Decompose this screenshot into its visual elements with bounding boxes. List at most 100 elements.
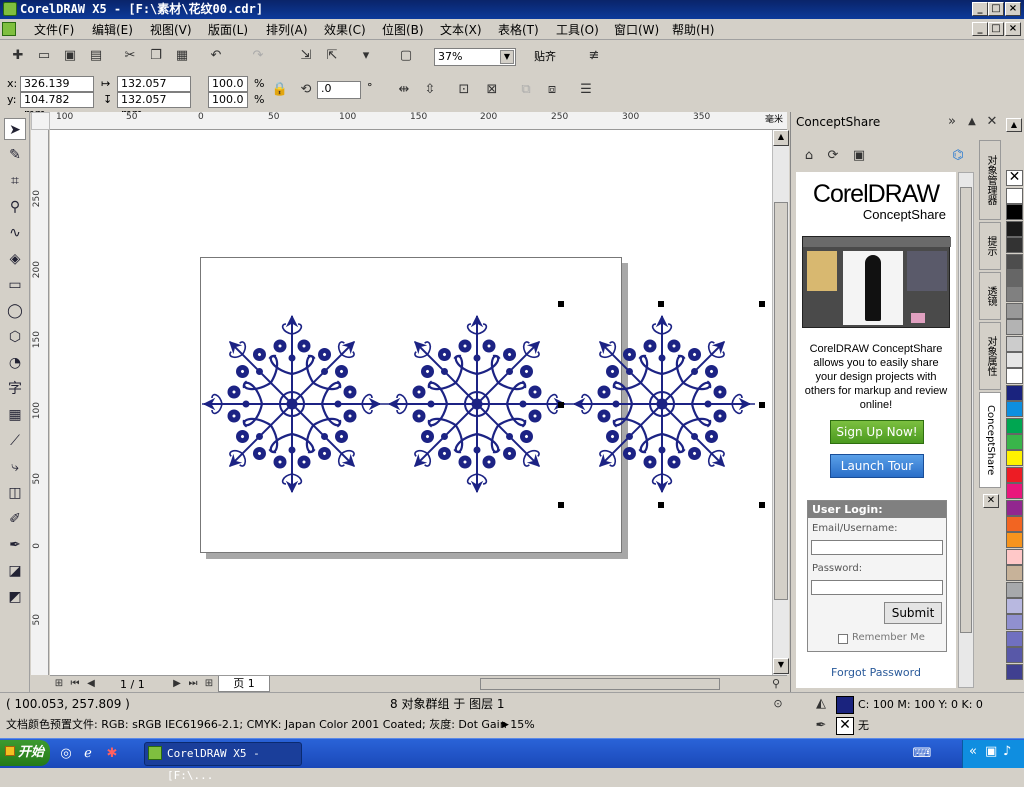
selection-handle[interactable] [558, 301, 564, 307]
doc-minimize-button[interactable]: _ [972, 22, 988, 36]
color-swatch[interactable] [1006, 286, 1023, 303]
chevron-down-icon[interactable]: ▼ [500, 50, 514, 64]
paste-icon[interactable]: ▦ [172, 46, 192, 66]
sign-up-button[interactable]: Sign Up Now! [830, 420, 924, 444]
x-position-field[interactable]: 326.139 mm [20, 76, 94, 104]
page-tab[interactable]: 页 1 [218, 676, 270, 692]
menu-item[interactable]: 帮助(H) [668, 22, 718, 38]
h-scroll-thumb[interactable] [480, 678, 720, 690]
refresh-icon[interactable]: ⟳ [824, 146, 842, 166]
add-page-after-icon[interactable]: ⊞ [202, 674, 216, 694]
color-swatch[interactable] [1006, 401, 1023, 418]
launcher-icon[interactable]: ▾ [356, 46, 376, 66]
lock-ratio-icon[interactable]: 🔒 [270, 80, 290, 100]
next-page-icon[interactable]: ▶ [170, 674, 184, 694]
color-swatch[interactable] [1006, 335, 1023, 352]
color-swatch[interactable] [1006, 417, 1023, 434]
copy-icon[interactable]: ❐ [146, 46, 166, 66]
color-swatch[interactable] [1006, 516, 1023, 532]
menu-item[interactable]: 视图(V) [146, 22, 196, 38]
width-field[interactable]: 132.057 mm [117, 76, 191, 104]
app-quicklaunch-icon[interactable]: ✱ [102, 744, 122, 764]
color-swatch[interactable] [1006, 270, 1023, 286]
drawing-canvas[interactable] [50, 130, 772, 675]
palette-scroll-up-icon[interactable]: ▲ [1006, 118, 1022, 132]
doc-icon[interactable] [2, 22, 16, 36]
cut-icon[interactable]: ✂ [120, 46, 140, 66]
scale-x-field[interactable]: 100.0 [208, 76, 248, 92]
snap-icon[interactable]: ≢ [584, 46, 604, 66]
pick-tool-icon[interactable]: ➤ [4, 118, 26, 140]
color-swatch[interactable] [1006, 532, 1023, 549]
keyboard-tray-icon[interactable]: ⌨ [912, 744, 932, 764]
save-icon[interactable]: ▣ [60, 46, 80, 66]
vertical-ruler[interactable]: 250 200 150 100 50 0 50 [31, 130, 49, 675]
snap-menu[interactable]: 贴齐 [534, 50, 556, 64]
prev-page-icon[interactable]: ◀ [84, 674, 98, 694]
color-swatch[interactable] [1006, 188, 1023, 204]
forgot-password-link[interactable]: Forgot Password [796, 666, 956, 679]
welcome-icon[interactable]: ▢ [396, 46, 416, 66]
crop-tool-icon[interactable]: ⌗ [4, 170, 26, 192]
align-icon[interactable]: ☰ [576, 80, 596, 100]
tray-network-icon[interactable]: ▣ [985, 744, 997, 759]
menu-item[interactable]: 工具(O) [552, 22, 603, 38]
minimize-button[interactable]: _ [972, 2, 988, 16]
rectangle-tool-icon[interactable]: ▭ [4, 274, 26, 296]
color-swatch[interactable] [1006, 237, 1023, 254]
group-icon[interactable]: ⊡ [454, 80, 474, 100]
height-field[interactable]: 132.057 mm [117, 92, 191, 120]
scale-y-field[interactable]: 100.0 [208, 92, 248, 108]
color-swatch[interactable] [1006, 368, 1023, 385]
first-page-icon[interactable]: ⏮ [68, 674, 82, 694]
screenshot-icon[interactable]: ▣ [850, 146, 868, 166]
color-swatch[interactable] [1006, 614, 1023, 631]
maximize-button[interactable]: □ [988, 2, 1004, 16]
snap-status-icon[interactable]: ⊙ [770, 694, 786, 714]
color-swatch[interactable] [1006, 204, 1023, 221]
color-swatch[interactable] [1006, 319, 1023, 336]
tab-lens[interactable]: 透镜 [979, 272, 1001, 320]
new-icon[interactable]: ✚ [8, 46, 28, 66]
connector-tool-icon[interactable]: ⤷ [4, 456, 26, 478]
import-icon[interactable]: ⇲ [296, 46, 316, 66]
menu-item[interactable]: 编辑(E) [88, 22, 137, 38]
docker-expand-icon[interactable]: » [944, 112, 960, 132]
ornament-group[interactable] [50, 130, 772, 675]
color-swatch[interactable] [1006, 499, 1023, 516]
ellipse-tool-icon[interactable]: ◯ [4, 300, 26, 322]
tray-volume-icon[interactable]: ♪ [1003, 744, 1011, 759]
export-icon[interactable]: ⇱ [322, 46, 342, 66]
zoom-select[interactable]: 37% ▼ [434, 48, 516, 66]
close-button[interactable]: × [1005, 2, 1021, 16]
outline-tool-icon[interactable]: ✒ [4, 534, 26, 556]
browser-quicklaunch-icon[interactable]: ◎ [56, 744, 76, 764]
menu-item[interactable]: 版面(L) [204, 22, 252, 38]
basic-shapes-icon[interactable]: ◔ [4, 352, 26, 374]
mirror-v-icon[interactable]: ⇳ [420, 80, 440, 100]
zoom-navigator-icon[interactable]: ⚲ [768, 674, 784, 694]
undo-icon[interactable]: ↶ [206, 46, 226, 66]
color-swatch[interactable] [1006, 598, 1023, 614]
color-swatch[interactable] [1006, 565, 1023, 582]
color-swatch[interactable] [1006, 630, 1023, 647]
fill-tool-icon[interactable]: ◪ [4, 560, 26, 582]
selection-handle[interactable] [658, 301, 664, 307]
tab-conceptshare[interactable]: ConceptShare [979, 392, 1001, 488]
color-swatch[interactable] [1006, 220, 1023, 237]
selection-handle[interactable] [759, 301, 765, 307]
menu-item[interactable]: 排列(A) [262, 22, 312, 38]
redo-icon[interactable]: ↷ [248, 46, 268, 66]
shape-tool-icon[interactable]: ✎ [4, 144, 26, 166]
doc-restore-button[interactable]: □ [988, 22, 1004, 36]
no-color-swatch[interactable]: ✕ [1006, 170, 1023, 186]
selection-handle[interactable] [759, 502, 765, 508]
table-tool-icon[interactable]: ▦ [4, 404, 26, 426]
docker-collapse-icon[interactable]: ▲ [964, 112, 980, 132]
fill-color-swatch[interactable] [836, 696, 854, 714]
blend-tool-icon[interactable]: ◫ [4, 482, 26, 504]
eyedropper-tool-icon[interactable]: ✐ [4, 508, 26, 530]
ungroup-icon[interactable]: ⊠ [482, 80, 502, 100]
color-swatch[interactable] [1006, 663, 1023, 680]
text-tool-icon[interactable]: 字 [4, 378, 26, 400]
